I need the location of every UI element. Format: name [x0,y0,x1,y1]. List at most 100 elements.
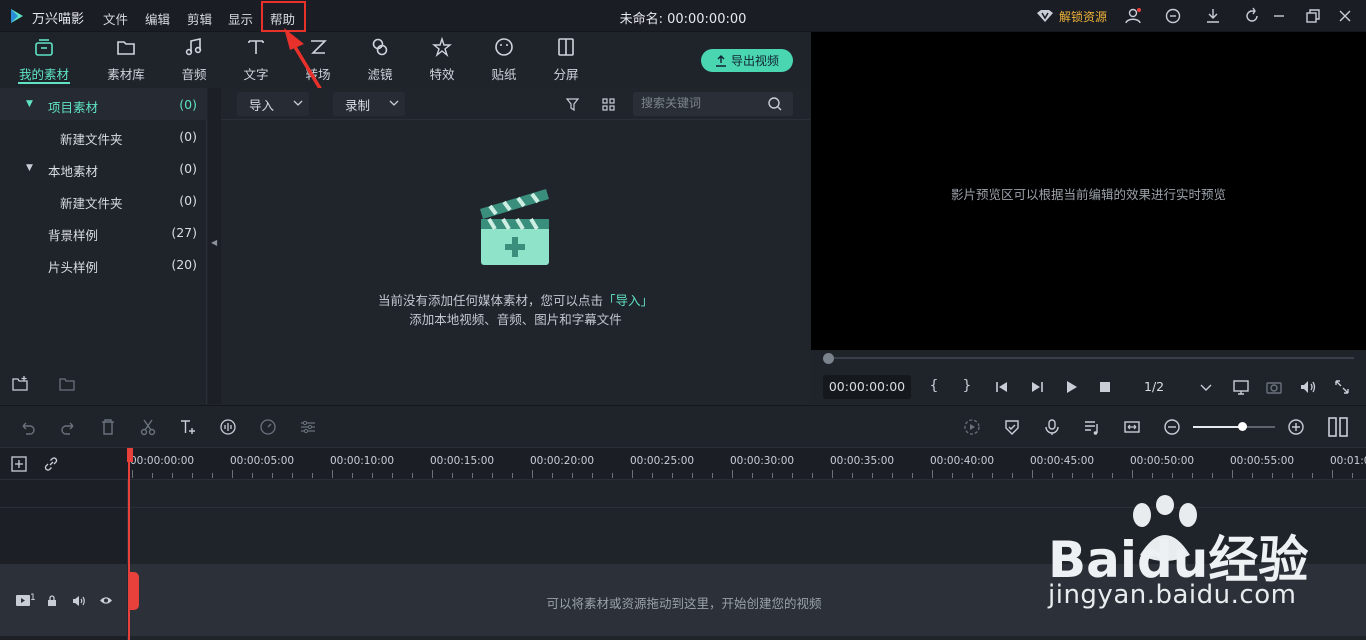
play-icon[interactable] [1062,378,1080,396]
menu-clip[interactable]: 剪辑 [187,9,212,28]
tab-effects[interactable]: 特效 [412,36,472,83]
tree-item-background-samples[interactable]: 背景样例 (27) [0,216,207,248]
import-link[interactable]: 「导入」 [603,293,653,308]
volume-icon[interactable] [1299,378,1317,396]
ruler-tick [252,473,253,478]
preview-hint: 影片预览区可以根据当前编辑的效果进行实时预览 [950,187,1226,202]
delete-icon[interactable] [99,418,117,436]
refresh-icon[interactable] [1243,7,1261,25]
ruler-tick [612,473,613,478]
expand-triangle-icon[interactable]: ▼ [26,99,33,109]
ruler-tick [1072,473,1073,478]
marker-shield-icon[interactable] [1003,418,1021,436]
cut-icon[interactable] [139,418,157,436]
adjust-sliders-icon[interactable] [299,418,317,436]
ruler-tick [1212,473,1213,478]
expand-triangle-icon[interactable]: ▼ [26,163,33,173]
ruler-tick [632,470,633,478]
zoom-out-icon[interactable] [1163,418,1181,436]
tree-item-label: 新建文件夹 [60,196,123,211]
tab-audio[interactable]: 音频 [164,36,224,83]
playhead-line[interactable] [128,448,130,640]
minimize-icon[interactable] [1270,7,1288,25]
menu-file[interactable]: 文件 [103,9,128,28]
ruler-tick-label: 00:00:15:00 [430,455,495,467]
zoom-in-icon[interactable] [1287,418,1305,436]
sticker-icon [495,38,513,56]
mark-in-icon[interactable]: { [925,378,943,396]
tree-item-new-folder[interactable]: 新建文件夹 (0) [0,184,207,216]
audio-wave-icon[interactable] [219,418,237,436]
new-folder-icon[interactable] [12,376,28,392]
zoom-slider-handle[interactable] [1238,422,1247,431]
account-icon[interactable] [1124,7,1142,25]
undo-icon[interactable] [19,418,37,436]
ruler-tick-label: 00:00:40:00 [930,455,995,467]
previous-frame-icon[interactable] [993,378,1011,396]
add-track-icon[interactable] [11,456,27,472]
redo-icon[interactable] [59,418,77,436]
folder-outline-icon[interactable] [59,376,75,392]
link-icon[interactable] [43,456,59,472]
snapshot-camera-icon[interactable] [1265,378,1283,396]
export-video-button[interactable]: 导出视频 [701,49,793,72]
grid-view-icon[interactable] [601,97,616,112]
record-dropdown[interactable]: 录制 [333,92,405,116]
import-dropdown[interactable]: 导入 [237,92,309,116]
search-input[interactable] [641,96,761,110]
speed-icon[interactable] [259,418,277,436]
fit-timeline-icon[interactable] [1123,418,1141,436]
add-text-icon[interactable] [179,418,197,436]
export-video-label: 导出视频 [730,54,779,68]
menu-view[interactable]: 显示 [228,9,253,28]
ruler-tick [172,473,173,478]
zoom-slider-fill [1193,426,1241,428]
filter-funnel-icon[interactable] [565,97,580,112]
fullscreen-icon[interactable] [1333,378,1351,396]
tab-library[interactable]: 素材库 [96,36,156,83]
render-preview-icon[interactable] [963,418,981,436]
ruler-tick [672,473,673,478]
visibility-eye-icon[interactable] [99,595,113,606]
tab-my-media[interactable]: 我的素材 [14,36,74,83]
tree-item-label: 片头样例 [48,260,99,275]
audio-mixer-icon[interactable] [1083,418,1101,436]
tab-effects-label: 特效 [429,67,455,82]
unlock-resources-button[interactable]: 解锁资源 [1036,7,1107,25]
ruler-tick [192,473,193,478]
display-icon[interactable] [1232,378,1250,396]
pause-layout-icon[interactable] [1327,416,1349,438]
mark-out-icon[interactable]: } [958,378,976,396]
tab-split-screen[interactable]: 分屏 [536,36,596,83]
tab-audio-label: 音频 [181,67,207,82]
lock-icon[interactable] [47,595,57,607]
watermark-url: jingyan.baidu.com [1048,580,1297,610]
tab-stickers[interactable]: 贴纸 [474,36,534,83]
ruler-tick-label: 00:00:45:00 [1030,455,1095,467]
playback-quality-select[interactable]: 1/2 [1130,375,1220,399]
tree-item-intro-samples[interactable]: 片头样例 (20) [0,248,207,280]
search-icon[interactable] [767,96,783,112]
panel-collapse-handle[interactable]: ◀ [208,88,221,404]
menu-edit[interactable]: 编辑 [145,9,170,28]
scrubber-handle[interactable] [823,353,834,364]
restore-icon[interactable] [1304,7,1322,25]
stop-icon[interactable] [1096,378,1114,396]
tree-item-local-media[interactable]: ▼ 本地素材 (0) [0,152,207,184]
search-box[interactable] [633,92,793,116]
feedback-icon[interactable] [1164,7,1182,25]
microphone-icon[interactable] [1043,418,1061,436]
tree-item-new-folder[interactable]: 新建文件夹 (0) [0,120,207,152]
close-icon[interactable] [1336,7,1354,25]
tree-item-project-media[interactable]: ▼ 项目素材 (0) [0,88,207,120]
tree-item-label: 项目素材 [48,100,99,115]
ruler-tick [392,473,393,478]
track-volume-icon[interactable] [72,595,86,607]
tree-item-count: (0) [179,129,197,144]
download-icon[interactable] [1204,7,1222,25]
playhead-handle[interactable] [127,448,133,462]
filter-icon [372,38,388,56]
next-frame-icon[interactable] [1028,378,1046,396]
preview-scrubber[interactable] [826,357,1354,359]
ruler-tick-label: 00:00:35:00 [830,455,895,467]
